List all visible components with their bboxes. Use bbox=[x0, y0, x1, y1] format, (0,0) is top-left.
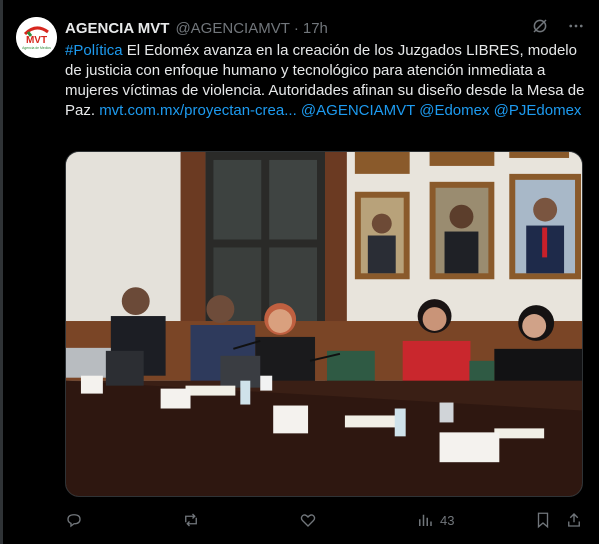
agencia-mvt-logo: MVT Agencia de Medios bbox=[16, 17, 57, 58]
post-photo[interactable] bbox=[65, 151, 583, 497]
post-text: #Política El Edoméx avanza en la creació… bbox=[65, 41, 585, 121]
reply-icon bbox=[67, 514, 81, 528]
action-bar: 43 bbox=[65, 505, 585, 535]
share-icon bbox=[568, 513, 580, 527]
post-time[interactable]: 17h bbox=[303, 20, 328, 37]
logo-text: MVT bbox=[26, 35, 47, 46]
share-button[interactable] bbox=[565, 511, 583, 529]
post-header: AGENCIA MVT @AGENCIAMVT · 17h bbox=[65, 17, 328, 39]
hashtag-link[interactable]: #Política bbox=[65, 42, 123, 59]
bookmark-icon bbox=[537, 512, 549, 529]
repost-button[interactable] bbox=[182, 511, 200, 529]
bookmark-button[interactable] bbox=[534, 511, 552, 529]
meeting-photo bbox=[66, 152, 582, 496]
author-handle[interactable]: @AGENCIAMVT bbox=[175, 20, 289, 37]
repost-icon bbox=[185, 513, 197, 527]
avatar[interactable]: MVT Agencia de Medios bbox=[16, 17, 57, 58]
separator-dot: · bbox=[293, 19, 299, 37]
mention-pjedomex[interactable]: @PJEdomex bbox=[494, 102, 582, 119]
grok-icon[interactable] bbox=[531, 17, 549, 35]
views-count: 43 bbox=[440, 512, 455, 528]
views-icon bbox=[419, 514, 432, 526]
logo-subtext: Agencia de Medios bbox=[22, 46, 51, 50]
like-icon bbox=[300, 514, 316, 527]
article-link[interactable]: mvt.com.mx/proyectan-crea... bbox=[99, 102, 297, 119]
author-name[interactable]: AGENCIA MVT bbox=[65, 20, 169, 37]
mention-agenciamvt[interactable]: @AGENCIAMVT bbox=[301, 102, 415, 119]
more-icon[interactable] bbox=[567, 17, 585, 35]
like-button[interactable] bbox=[299, 511, 317, 529]
mention-edomex[interactable]: @Edomex bbox=[419, 102, 489, 119]
reply-button[interactable] bbox=[65, 511, 83, 529]
views-button[interactable]: 43 bbox=[416, 511, 454, 529]
top-actions bbox=[531, 17, 585, 35]
left-border bbox=[0, 0, 3, 544]
